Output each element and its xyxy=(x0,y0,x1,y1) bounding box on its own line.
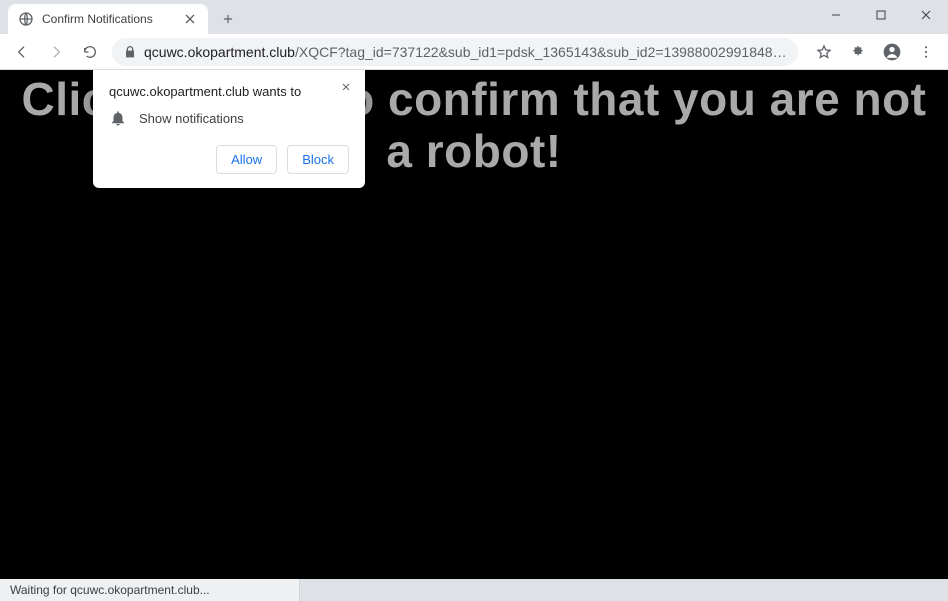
lock-icon xyxy=(122,44,138,60)
extensions-button[interactable] xyxy=(842,36,874,68)
notification-permission-popup: qcuwc.okopartment.club wants to Show not… xyxy=(93,70,365,188)
close-window-button[interactable] xyxy=(903,0,948,30)
permission-request-label: Show notifications xyxy=(139,111,244,126)
url-domain: qcuwc.okopartment.club xyxy=(144,44,295,60)
globe-icon xyxy=(18,11,34,27)
maximize-button[interactable] xyxy=(858,0,903,30)
allow-button[interactable]: Allow xyxy=(216,145,277,174)
url-path: /XQCF?tag_id=737122&sub_id1=pdsk_1365143… xyxy=(295,44,788,60)
popup-close-icon[interactable] xyxy=(337,78,355,96)
browser-toolbar: qcuwc.okopartment.club/XQCF?tag_id=73712… xyxy=(0,34,948,70)
bookmark-star-button[interactable] xyxy=(808,36,840,68)
menu-button[interactable] xyxy=(910,36,942,68)
forward-button[interactable] xyxy=(40,36,72,68)
back-button[interactable] xyxy=(6,36,38,68)
block-button[interactable]: Block xyxy=(287,145,349,174)
url-text: qcuwc.okopartment.club/XQCF?tag_id=73712… xyxy=(144,44,788,60)
new-tab-button[interactable] xyxy=(214,5,242,33)
permission-origin-text: qcuwc.okopartment.club wants to xyxy=(109,84,349,99)
window-controls xyxy=(813,0,948,34)
bell-icon xyxy=(109,109,127,127)
tab-title: Confirm Notifications xyxy=(42,12,182,26)
browser-tab[interactable]: Confirm Notifications xyxy=(8,4,208,34)
window-titlebar: Confirm Notifications xyxy=(0,0,948,34)
profile-button[interactable] xyxy=(876,36,908,68)
reload-button[interactable] xyxy=(74,36,106,68)
address-bar[interactable]: qcuwc.okopartment.club/XQCF?tag_id=73712… xyxy=(112,38,798,66)
tab-close-icon[interactable] xyxy=(182,11,198,27)
page-viewport: Click "Allow" to confirm that you are no… xyxy=(0,70,948,579)
minimize-button[interactable] xyxy=(813,0,858,30)
status-text: Waiting for qcuwc.okopartment.club... xyxy=(0,579,300,601)
status-bar: Waiting for qcuwc.okopartment.club... xyxy=(0,579,948,601)
